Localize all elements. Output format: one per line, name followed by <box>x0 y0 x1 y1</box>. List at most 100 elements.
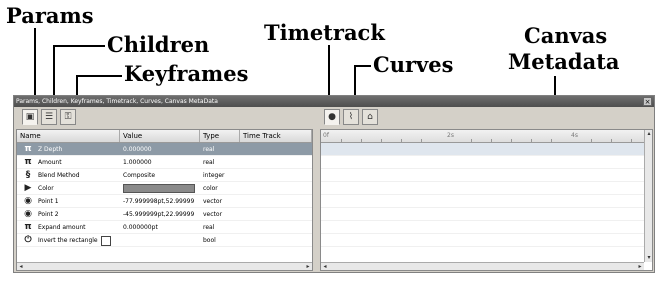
param-value[interactable] <box>120 234 200 246</box>
table-row[interactable]: ⏻ Invert the rectangle bool <box>17 234 312 247</box>
table-row[interactable]: ◉ Point 2 -45.999999pt,22.99999 vector <box>17 208 312 221</box>
param-name: Z Depth <box>38 145 63 153</box>
param-value[interactable]: Composite <box>120 169 200 181</box>
ruler-tick <box>511 139 512 142</box>
param-name: Blend Method <box>38 171 80 179</box>
tab-canvas-metadata[interactable]: ⌂ <box>362 109 378 125</box>
params-icon: ▣ <box>25 112 35 122</box>
param-value[interactable]: 0.000000 <box>120 143 200 155</box>
ruler-tick <box>361 139 362 142</box>
scroll-right-icon[interactable]: ▸ <box>304 263 312 271</box>
ruler-tick <box>471 139 472 142</box>
ruler-tick <box>491 139 492 142</box>
close-icon[interactable]: × <box>643 97 652 106</box>
panel-title: Params, Children, Keyframes, Timetrack, … <box>16 98 218 105</box>
table-row[interactable]: § Blend Method Composite integer <box>17 169 312 182</box>
header-type[interactable]: Type <box>200 130 240 142</box>
table-row[interactable]: π Expand amount 0.000000pt real <box>17 221 312 234</box>
scroll-right-icon[interactable]: ▸ <box>636 263 644 271</box>
timetrack-row[interactable] <box>321 143 652 156</box>
timetrack-row[interactable] <box>321 208 652 221</box>
header-value[interactable]: Value <box>120 130 200 142</box>
tab-params[interactable]: ▣ <box>22 109 38 125</box>
param-type: real <box>203 224 215 231</box>
ruler-tick <box>401 139 402 142</box>
annotation-timetrack: Timetrack <box>264 20 385 45</box>
real-icon: π <box>24 143 32 154</box>
bool-icon: ⏻ <box>24 234 32 245</box>
timetrack-row[interactable] <box>321 221 652 234</box>
ruler-tick <box>421 139 422 142</box>
children-icon: ☰ <box>44 112 54 122</box>
scroll-down-icon[interactable]: ▾ <box>645 254 653 262</box>
scroll-left-icon[interactable]: ◂ <box>321 263 329 271</box>
scroll-up-icon[interactable]: ▴ <box>645 130 653 138</box>
annotation-children: Children <box>107 32 210 57</box>
param-value[interactable]: 0.000000pt <box>120 221 200 233</box>
tab-curves[interactable]: ⌇ <box>343 109 359 125</box>
real-icon: π <box>24 156 32 167</box>
annotation-canvas-metadata-line1: Canvas <box>524 23 608 48</box>
time-label: 0f <box>323 132 329 139</box>
table-row[interactable]: ▶ Color color <box>17 182 312 195</box>
ruler-tick <box>631 139 632 142</box>
param-name: Color <box>38 184 54 192</box>
annotation-canvas-metadata-line2: Metadata <box>508 49 620 74</box>
color-value[interactable] <box>120 182 200 194</box>
ruler-tick <box>591 139 592 142</box>
param-type: bool <box>203 237 216 244</box>
time-label: 2s <box>447 132 454 139</box>
pointer-keyframes-h <box>76 75 122 77</box>
horizontal-scrollbar[interactable]: ◂ ▸ <box>321 262 644 270</box>
timetrack-icon: ● <box>328 112 336 122</box>
color-swatch[interactable] <box>123 184 195 193</box>
pointer-keyframes-v <box>76 75 78 96</box>
table-row[interactable]: π Z Depth 0.000000 real <box>17 143 312 156</box>
annotation-params: Params <box>6 3 94 28</box>
real-icon: π <box>24 221 32 232</box>
param-value[interactable]: -77.999998pt,52.99999 <box>120 195 200 207</box>
horizontal-scrollbar[interactable]: ◂ ▸ <box>17 262 312 270</box>
timetrack-pane: 0f 2s 4s ▴ ▾ ◂ ▸ <box>320 129 653 271</box>
timetrack-row[interactable] <box>321 182 652 195</box>
tab-keyframes[interactable]: ⚿ <box>60 109 76 125</box>
param-value[interactable]: 1.000000 <box>120 156 200 168</box>
param-name: Amount <box>38 158 62 166</box>
pointer-params-line <box>34 28 36 96</box>
timetrack-row[interactable] <box>321 156 652 169</box>
param-value[interactable]: -45.999999pt,22.99999 <box>120 208 200 220</box>
time-label: 4s <box>571 132 578 139</box>
header-name[interactable]: Name <box>17 130 120 142</box>
blend-method-icon: § <box>25 169 31 180</box>
keyframes-icon: ⚿ <box>64 112 72 122</box>
time-ruler[interactable]: 0f 2s 4s <box>321 130 652 143</box>
pointer-children-h <box>53 45 105 47</box>
pointer-curves-h <box>354 65 371 67</box>
param-name: Point 2 <box>38 210 59 218</box>
params-table: Name Value Type Time Track π Z Depth 0.00… <box>16 129 313 271</box>
param-type: integer <box>203 172 225 179</box>
curves-icon: ⌇ <box>348 112 354 122</box>
pane-divider-handle[interactable] <box>314 129 319 271</box>
ruler-tick <box>551 139 552 142</box>
table-row[interactable]: π Amount 1.000000 real <box>17 156 312 169</box>
scroll-left-icon[interactable]: ◂ <box>17 263 25 271</box>
timetrack-row[interactable] <box>321 195 652 208</box>
header-time-track[interactable]: Time Track <box>240 130 312 142</box>
param-type: vector <box>203 198 223 205</box>
tab-children[interactable]: ☰ <box>41 109 57 125</box>
vector-icon: ◉ <box>24 208 32 219</box>
table-row[interactable]: ◉ Point 1 -77.999998pt,52.99999 vector <box>17 195 312 208</box>
vertical-scrollbar[interactable]: ▴ ▾ <box>644 130 652 262</box>
pointer-children-v <box>53 45 55 96</box>
param-type: vector <box>203 211 223 218</box>
table-header: Name Value Type Time Track <box>17 130 312 143</box>
timetrack-row[interactable] <box>321 234 652 247</box>
param-name: Point 1 <box>38 197 59 205</box>
ruler-tick <box>531 139 532 142</box>
invert-checkbox[interactable] <box>100 235 111 246</box>
timetrack-row[interactable] <box>321 169 652 182</box>
tab-timetrack[interactable]: ● <box>324 109 340 125</box>
color-icon: ▶ <box>24 182 32 193</box>
ruler-tick <box>341 139 342 142</box>
